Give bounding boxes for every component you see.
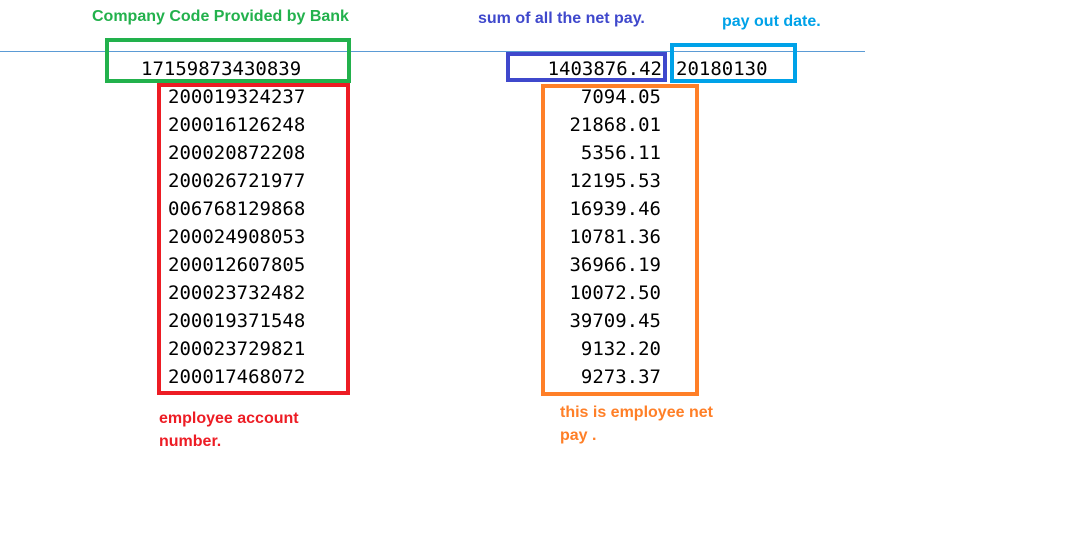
net-pay-highlight-box xyxy=(541,84,699,396)
company-code-annotation: Company Code Provided by Bank xyxy=(92,8,349,25)
account-number-highlight-box xyxy=(157,83,350,395)
net-pay-annotation: this is employee net pay . xyxy=(560,404,713,444)
account-number-annotation: employee account number. xyxy=(159,410,299,450)
pay-out-date-highlight-box xyxy=(670,43,797,83)
total-net-pay-highlight-box xyxy=(506,52,667,82)
company-code-highlight-box xyxy=(105,38,351,83)
total-net-pay-annotation: sum of all the net pay. xyxy=(478,10,645,27)
pay-out-date-annotation: pay out date. xyxy=(722,13,821,30)
